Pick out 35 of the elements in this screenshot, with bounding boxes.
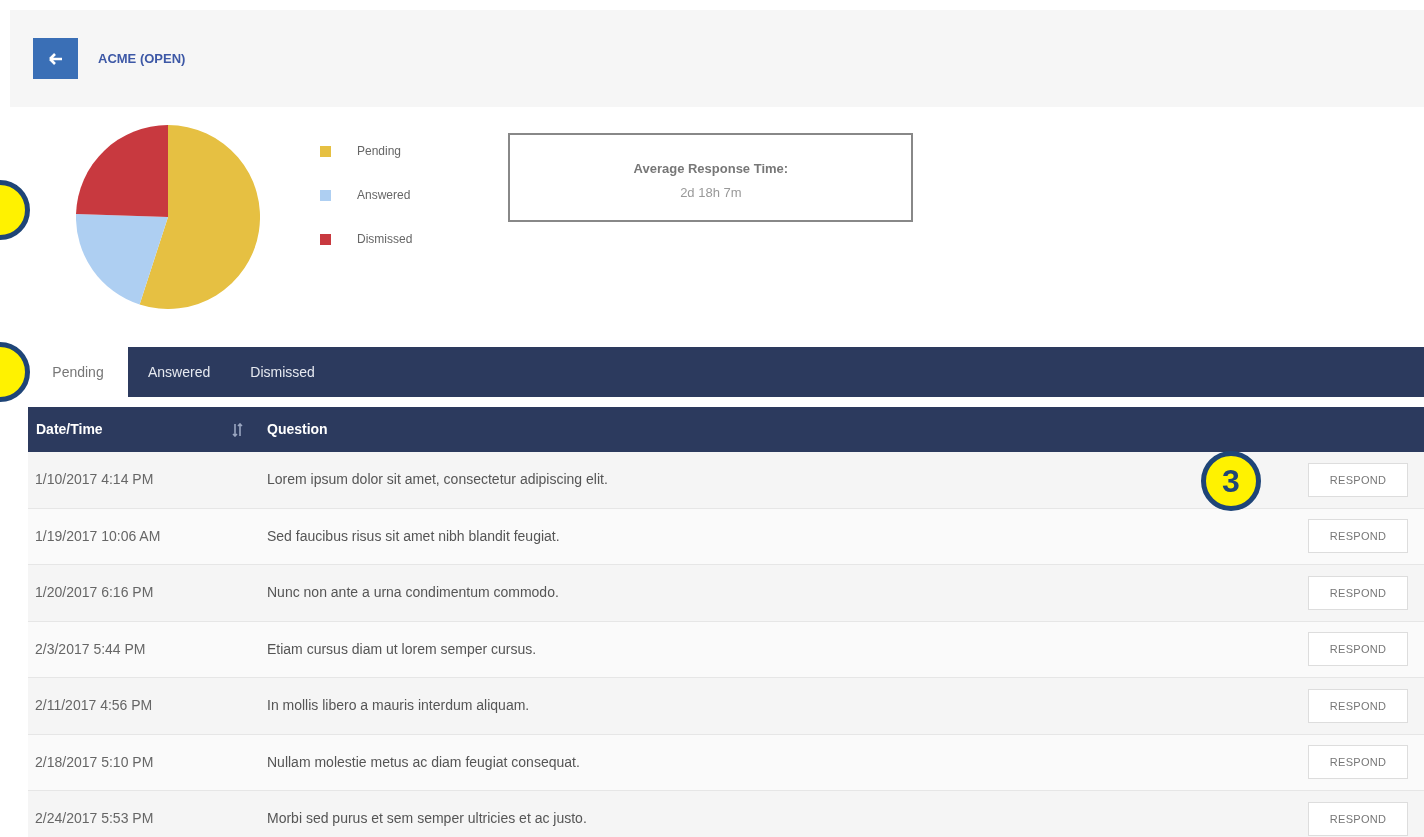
legend-label: Answered <box>357 187 411 204</box>
page-title: ACME (OPEN) <box>98 49 186 68</box>
date-cell-text: 2/18/2017 5:10 PM <box>35 752 155 772</box>
date-cell-text: 1/20/2017 6:16 PM <box>35 583 155 603</box>
sort-icon <box>232 422 244 437</box>
respond-button[interactable]: RESPOND <box>1308 745 1408 780</box>
response-time-value: 2d 18h 7m <box>680 183 742 202</box>
tab[interactable]: Pending <box>28 347 128 397</box>
date-cell-text: 1/10/2017 4:14 PM <box>35 470 155 490</box>
respond-button[interactable]: RESPOND <box>1308 688 1408 723</box>
tab[interactable]: Dismissed <box>230 347 335 397</box>
respond-button[interactable]: RESPOND <box>1308 575 1408 610</box>
response-time-label: Average Response Time: <box>633 160 789 178</box>
column-header: Date/Time <box>36 420 104 439</box>
arrow-left-icon <box>48 52 63 65</box>
question-cell-text: Morbi sed purus et sem semper ultricies et ac justo. <box>267 809 587 829</box>
question-cell-text: Nunc non ante a urna condimentum commodo. <box>267 583 559 603</box>
respond-button[interactable]: RESPOND <box>1308 519 1408 554</box>
back-button[interactable] <box>33 38 78 79</box>
respond-button[interactable]: RESPOND <box>1308 462 1408 497</box>
respond-button[interactable]: RESPOND <box>1308 801 1408 836</box>
tab[interactable]: Answered <box>128 347 231 397</box>
date-cell-text: 2/3/2017 5:44 PM <box>35 639 147 659</box>
respond-button[interactable]: RESPOND <box>1308 632 1408 667</box>
question-cell-text: Nullam molestie metus ac diam feugiat consequat. <box>267 752 580 772</box>
legend-label: Dismissed <box>357 231 413 248</box>
legend-label: Pending <box>357 143 402 160</box>
question-cell-text: In mollis libero a mauris interdum aliquam. <box>267 696 530 716</box>
column-header: Question <box>267 420 328 439</box>
question-cell-text: Lorem ipsum dolor sit amet, consectetur adipiscing elit. <box>267 470 608 490</box>
question-cell-text: Sed faucibus risus sit amet nibh blandit feugiat. <box>267 526 560 546</box>
date-cell-text: 2/24/2017 5:53 PM <box>35 809 155 829</box>
date-cell-text: 1/19/2017 10:06 AM <box>35 526 162 546</box>
date-cell-text: 2/11/2017 4:56 PM <box>35 696 154 716</box>
question-cell-text: Etiam cursus diam ut lorem semper cursus. <box>267 639 537 659</box>
